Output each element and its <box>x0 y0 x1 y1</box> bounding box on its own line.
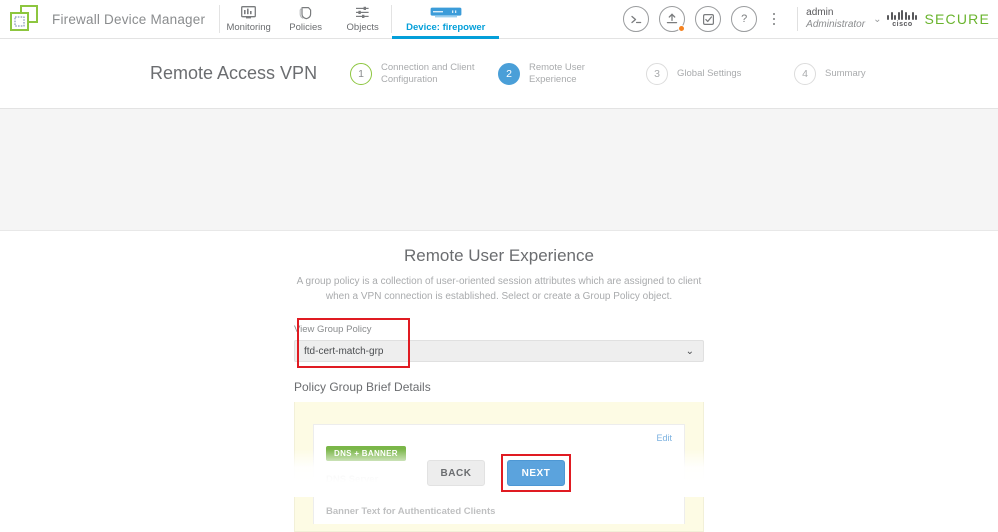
section-heading: Remote User Experience <box>404 246 594 265</box>
user-role: Administrator <box>806 19 866 30</box>
wizard-step-1[interactable]: 1 Connection and Client Configuration <box>350 62 498 86</box>
cisco-secure-logo: cisco SECURE <box>887 10 990 28</box>
chip-logo-icon[interactable] <box>8 4 42 34</box>
policy-detail-card-header: Edit <box>326 433 672 443</box>
policies-shield-icon <box>298 5 313 20</box>
tasks-icon[interactable] <box>695 6 722 32</box>
deploy-pending-badge <box>678 25 686 32</box>
wizard-step-2-number: 2 <box>498 62 520 85</box>
group-policy-selected-value: ftd-cert-match-grp <box>304 345 384 357</box>
kebab-menu-icon[interactable] <box>765 12 783 26</box>
primary-nav: Monitoring Policies Objects Device: fire… <box>220 0 500 39</box>
wizard-step-1-label: Connection and Client Configuration <box>381 61 475 85</box>
edit-link[interactable]: Edit <box>656 433 672 443</box>
brand-block: Firewall Device Manager <box>0 0 219 38</box>
detail-row-banner-text-key: Banner Text for Authenticated Clients <box>326 506 496 517</box>
nav-tab-monitoring[interactable]: Monitoring <box>220 0 277 38</box>
cisco-bars-icon <box>887 10 918 20</box>
wizard-step-2[interactable]: 2 Remote User Experience <box>498 62 646 86</box>
nav-right-tools: ? admin Administrator ⌄ cisco SECURE <box>618 0 998 38</box>
device-appliance-icon <box>430 5 462 20</box>
help-icon[interactable]: ? <box>731 6 758 32</box>
kebab-dot-2 <box>772 17 776 21</box>
kebab-dot-3 <box>772 22 776 26</box>
chevron-down-icon[interactable]: ⌄ <box>686 346 694 357</box>
top-navigation-bar: Firewall Device Manager Monitoring Polic… <box>0 0 998 39</box>
next-button-wrapper: NEXT <box>501 454 571 492</box>
wizard-step-3-number: 3 <box>646 62 668 85</box>
help-icon-glyph: ? <box>741 13 748 25</box>
user-menu[interactable]: admin Administrator ⌄ <box>806 7 881 31</box>
nav-tab-monitoring-label: Monitoring <box>226 22 271 33</box>
section-description: A group policy is a collection of user-o… <box>296 276 702 302</box>
nav-tab-device[interactable]: Device: firepower <box>392 0 500 39</box>
wizard-steps: 1 Connection and Client Configuration 2 … <box>350 62 998 86</box>
toolbar-divider <box>797 7 799 31</box>
back-button[interactable]: BACK <box>427 460 485 486</box>
group-policy-form: View Group Policy ftd-cert-match-grp ⌄ P… <box>294 318 704 532</box>
wizard-step-3-label: Global Settings <box>677 67 742 79</box>
wizard-header: Remote Access VPN 1 Connection and Clien… <box>0 39 998 109</box>
deploy-icon[interactable] <box>659 6 686 32</box>
user-name: admin <box>806 7 834 18</box>
objects-sliders-icon <box>355 5 370 20</box>
main-content: Remote User Experience A group policy is… <box>0 231 998 532</box>
cisco-wordmark: cisco <box>887 10 918 28</box>
nav-tab-device-label: Device: firepower <box>406 22 486 33</box>
next-button[interactable]: NEXT <box>507 460 565 486</box>
page-title: Remote Access VPN <box>150 63 318 83</box>
wizard-step-3[interactable]: 3 Global Settings <box>646 62 794 85</box>
nav-tab-policies[interactable]: Policies <box>277 0 334 38</box>
cli-console-icon[interactable] <box>623 6 650 32</box>
chevron-down-icon[interactable]: ⌄ <box>873 14 881 25</box>
group-policy-select[interactable]: ftd-cert-match-grp ⌄ <box>294 340 704 362</box>
product-name: Firewall Device Manager <box>52 11 206 27</box>
wizard-action-bar: BACK NEXT <box>0 449 998 497</box>
wizard-step-4-label: Summary <box>825 67 866 79</box>
nav-tab-objects-label: Objects <box>346 22 379 33</box>
details-section-title: Policy Group Brief Details <box>294 380 431 394</box>
wizard-step-4-number: 4 <box>794 62 816 85</box>
nav-tab-objects[interactable]: Objects <box>334 0 391 38</box>
kebab-dot-1 <box>772 12 776 16</box>
secure-label: SECURE <box>924 11 990 27</box>
user-identity: admin Administrator <box>806 7 865 31</box>
vpn-topology-diagram: Remote Users Secure Clients Internet Cli… <box>0 109 998 319</box>
group-policy-label: View Group Policy <box>294 324 372 335</box>
wizard-step-1-number: 1 <box>350 62 372 85</box>
monitoring-icon <box>241 5 257 20</box>
wizard-step-4[interactable]: 4 Summary <box>794 62 866 85</box>
cisco-label: cisco <box>892 21 913 28</box>
wizard-step-2-label: Remote User Experience <box>529 61 585 85</box>
nav-tab-policies-label: Policies <box>289 22 323 33</box>
detail-row-banner-text: Banner Text for Authenticated Clients <box>326 497 672 524</box>
